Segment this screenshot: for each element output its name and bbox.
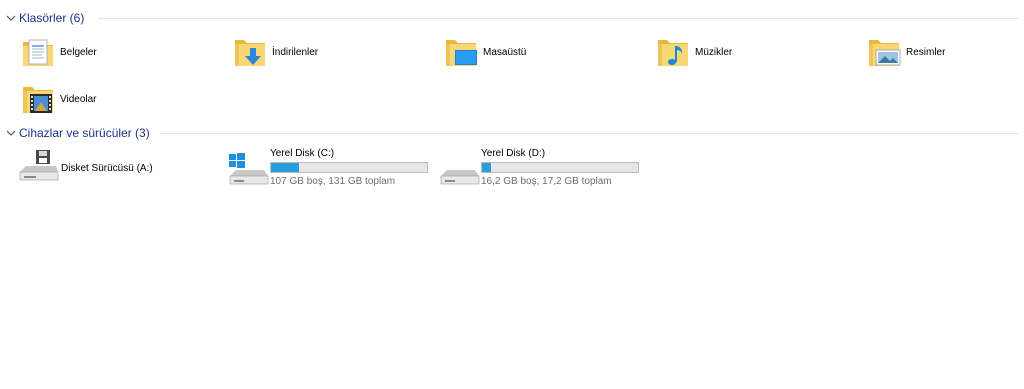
pictures-folder-icon [869, 40, 901, 66]
folder-label: İndirilenler [272, 46, 319, 58]
device-item-floppy[interactable]: Disket Sürücüsü (A:) [16, 148, 153, 188]
music-folder-icon [658, 40, 688, 66]
folder-item-indirilenler[interactable]: İndirilenler [232, 32, 318, 72]
folders-group-header[interactable]: Klasörler (6) [6, 10, 84, 26]
folder-label: Masaüstü [483, 46, 527, 58]
documents-folder-icon [23, 39, 53, 66]
windows-drive-icon [229, 153, 269, 185]
disk-usage-bar [481, 162, 639, 173]
folder-label: Videolar [60, 93, 97, 105]
device-item-drive-c[interactable]: Yerel Disk (C:) 107 GB boş, 131 GB topla… [226, 148, 428, 192]
folder-item-resimler[interactable]: Resimler [866, 32, 945, 72]
device-item-drive-d[interactable]: Yerel Disk (D:) 16,2 GB boş, 17,2 GB top… [437, 148, 639, 192]
folder-label: Belgeler [60, 46, 97, 58]
device-label: Yerel Disk (D:) [481, 148, 546, 159]
chevron-down-icon [6, 15, 16, 21]
folder-item-videolar[interactable]: Videolar [20, 79, 97, 119]
device-label: Yerel Disk (C:) [270, 148, 335, 159]
disk-space-text: 16,2 GB boş, 17,2 GB toplam [481, 176, 612, 187]
folder-label: Müzikler [695, 46, 733, 58]
folder-item-belgeler[interactable]: Belgeler [20, 32, 97, 72]
device-label: Disket Sürücüsü (A:) [61, 162, 153, 174]
floppy-drive-icon [19, 150, 59, 181]
hard-drive-icon [440, 170, 480, 185]
chevron-down-icon [6, 130, 16, 136]
disk-usage-fill [271, 163, 300, 172]
downloads-folder-icon [235, 40, 265, 66]
videos-folder-icon [23, 87, 53, 113]
disk-usage-fill [482, 163, 492, 172]
folder-label: Resimler [906, 46, 946, 58]
folders-group-title: Klasörler (6) [19, 11, 85, 25]
folder-item-masaustu[interactable]: Masaüstü [443, 32, 526, 72]
devices-group-header[interactable]: Cihazlar ve sürücüler (3) [6, 125, 150, 141]
desktop-folder-icon [446, 40, 477, 66]
folder-item-muzikler[interactable]: Müzikler [655, 32, 732, 72]
disk-space-text: 107 GB boş, 131 GB toplam [270, 176, 396, 187]
folders-group-divider [98, 18, 1018, 19]
devices-group-divider [160, 133, 1018, 134]
devices-group-title: Cihazlar ve sürücüler (3) [19, 126, 150, 140]
disk-usage-bar [270, 162, 428, 173]
